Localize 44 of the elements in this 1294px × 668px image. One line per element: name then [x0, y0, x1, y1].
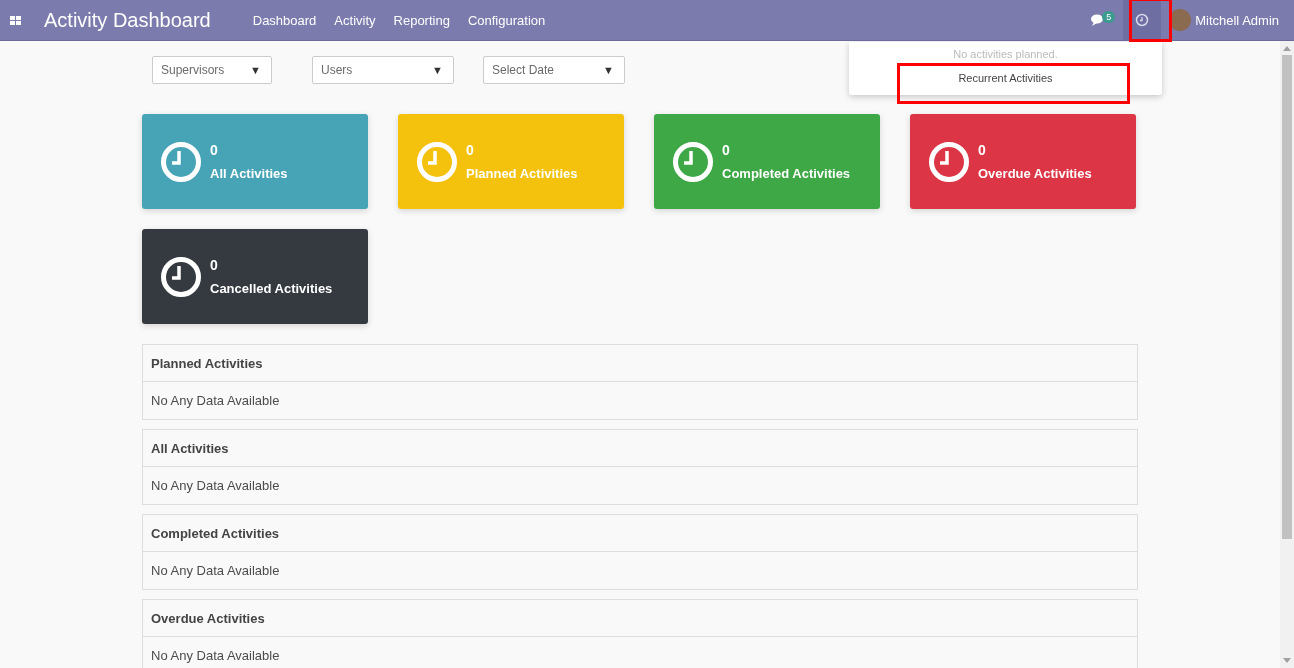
- activity-count: 0: [466, 142, 475, 158]
- filter-dropdown[interactable]: Select Date ▼: [483, 56, 625, 84]
- activity-count: 0: [722, 142, 731, 158]
- empty-activities-text: No activities planned.: [953, 48, 1058, 60]
- apps-grid-icon[interactable]: [10, 15, 21, 25]
- panel-heading: Completed Activities: [143, 515, 1137, 552]
- stat-card[interactable]: 0 Cancelled Activities: [142, 229, 368, 324]
- chat-icon[interactable]: [1091, 14, 1106, 26]
- clock-icon: [160, 255, 202, 298]
- scroll-down-icon[interactable]: [1283, 658, 1291, 664]
- filter-dropdown[interactable]: Users ▼: [312, 56, 454, 84]
- stat-card[interactable]: 0 Overdue Activities: [910, 114, 1136, 209]
- card-label: All Activities: [210, 166, 288, 181]
- card-label: Completed Activities: [722, 166, 851, 181]
- clock-icon: [160, 140, 202, 183]
- message-count-badge: 5: [1102, 11, 1116, 23]
- menu-item[interactable]: Dashboard: [252, 12, 317, 28]
- panel-heading: Overdue Activities: [143, 600, 1137, 637]
- stat-card[interactable]: 0 All Activities: [142, 114, 368, 209]
- recurrent-activities-link[interactable]: Recurrent Activities: [958, 72, 1053, 84]
- panel-heading: Planned Activities: [143, 345, 1137, 382]
- menu-item[interactable]: Activity: [334, 12, 376, 28]
- card-label: Cancelled Activities: [210, 281, 333, 296]
- filter-dropdown[interactable]: Supervisors ▼: [152, 56, 272, 84]
- panel-heading: All Activities: [143, 430, 1137, 467]
- card-label: Planned Activities: [466, 166, 578, 181]
- activity-count: 0: [978, 142, 987, 158]
- activity-count: 0: [210, 142, 219, 158]
- stat-card[interactable]: 0 Completed Activities: [654, 114, 880, 209]
- menu-item[interactable]: Configuration: [467, 12, 546, 28]
- scroll-up-icon[interactable]: [1283, 45, 1291, 51]
- activity-count: 0: [210, 257, 219, 273]
- menu-item[interactable]: Reporting: [393, 12, 450, 28]
- empty-message: No Any Data Available: [150, 562, 281, 580]
- clock-icon: [672, 140, 714, 183]
- empty-message: No Any Data Available: [150, 477, 281, 495]
- app-title: Activity Dashboard: [44, 8, 211, 32]
- clock-icon: [928, 140, 970, 183]
- clock-icon: [1135, 13, 1150, 27]
- clock-icon: [416, 140, 458, 183]
- empty-message: No Any Data Available: [150, 392, 281, 410]
- empty-message: No Any Data Available: [150, 647, 281, 665]
- user-name[interactable]: Mitchell Admin: [1195, 12, 1279, 28]
- card-label: Overdue Activities: [978, 166, 1092, 181]
